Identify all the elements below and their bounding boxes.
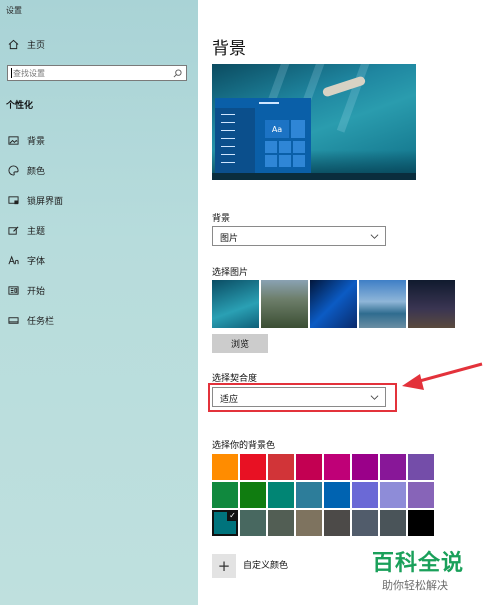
color-swatch[interactable] <box>352 510 378 536</box>
color-swatch[interactable] <box>380 510 406 536</box>
sidebar-item-label: 背景 <box>27 137 46 147</box>
search-placeholder: 查找设置 <box>13 69 45 78</box>
color-swatch[interactable] <box>212 454 238 480</box>
color-swatch[interactable] <box>268 482 294 508</box>
plus-icon: + <box>217 557 231 575</box>
light-ray <box>336 64 376 133</box>
background-color-label: 选择你的背景色 <box>212 441 276 451</box>
sidebar-item-home[interactable]: 主页 <box>8 38 45 51</box>
sidebar-item-fonts[interactable]: 字体 <box>8 254 45 267</box>
sidebar-item-label: 颜色 <box>27 167 46 177</box>
color-swatch[interactable] <box>408 482 434 508</box>
choose-picture-label: 选择图片 <box>212 268 249 278</box>
picture-thumbnails <box>212 280 455 328</box>
taskbar-icon <box>8 317 19 324</box>
color-swatch[interactable]: ✓ <box>212 510 238 536</box>
font-icon <box>8 255 19 265</box>
color-swatch[interactable] <box>240 510 266 536</box>
start-menu-preview: Aa <box>215 98 311 173</box>
chevron-down-icon <box>370 234 379 239</box>
color-swatch[interactable] <box>352 482 378 508</box>
color-swatch[interactable] <box>324 454 350 480</box>
checkmark-icon: ✓ <box>227 510 238 521</box>
color-swatch[interactable] <box>436 510 462 536</box>
image-icon <box>8 136 19 145</box>
picture-thumbnail[interactable] <box>359 280 406 328</box>
arrow-head <box>402 374 424 390</box>
sidebar-item-label: 字体 <box>27 257 46 267</box>
color-swatch[interactable] <box>240 454 266 480</box>
add-custom-color-button[interactable]: + <box>212 554 236 578</box>
window-title: 设置 <box>6 6 22 15</box>
background-label: 背景 <box>212 214 231 224</box>
color-swatch-grid: ✓ <box>212 454 462 536</box>
custom-color-label[interactable]: 自定义颜色 <box>243 558 288 571</box>
color-swatch[interactable] <box>436 454 462 480</box>
text-caret <box>11 68 12 78</box>
color-swatch[interactable] <box>436 482 462 508</box>
color-swatch[interactable] <box>324 482 350 508</box>
sidebar-item-colors[interactable]: 颜色 <box>8 164 45 177</box>
desktop-preview: Aa <box>212 64 416 180</box>
picture-thumbnail[interactable] <box>310 280 357 328</box>
color-swatch[interactable] <box>296 454 322 480</box>
page-title: 背景 <box>212 39 246 59</box>
section-heading: 个性化 <box>6 101 34 111</box>
highlight-box <box>208 383 397 412</box>
main-content: 背景 Aa 背景 图片 选择图片 浏览 选择契合度 适应 选择你的背景色 ✓ +… <box>198 0 500 605</box>
arrow-shaft <box>415 362 483 384</box>
picture-thumbnail[interactable] <box>212 280 259 328</box>
palette-icon <box>8 165 19 176</box>
sidebar-home-label: 主页 <box>27 41 46 51</box>
color-swatch[interactable] <box>380 454 406 480</box>
sidebar-item-background[interactable]: 背景 <box>8 134 45 147</box>
theme-brush-icon <box>8 226 19 235</box>
color-swatch[interactable] <box>296 482 322 508</box>
sidebar: 设置 主页 查找设置 个性化 背景 颜色 锁屏界面 主题 字体 开始 任务栏 <box>0 0 198 605</box>
start-menu-list <box>215 108 255 173</box>
sidebar-item-themes[interactable]: 主题 <box>8 224 45 237</box>
color-swatch[interactable] <box>268 510 294 536</box>
preview-tile: Aa <box>265 120 289 138</box>
search-icon[interactable] <box>173 69 182 78</box>
preview-taskbar <box>212 173 416 180</box>
watermark-text: 百科全说 <box>372 551 465 576</box>
sidebar-item-lock-screen[interactable]: 锁屏界面 <box>8 194 63 207</box>
watermark-subtext: 助你轻松解决 <box>382 579 448 592</box>
picture-thumbnail[interactable] <box>261 280 308 328</box>
sidebar-item-start[interactable]: 开始 <box>8 284 45 297</box>
sidebar-item-taskbar[interactable]: 任务栏 <box>8 314 54 327</box>
color-swatch[interactable] <box>352 454 378 480</box>
sidebar-item-label: 任务栏 <box>27 317 55 327</box>
lock-screen-icon <box>8 196 19 205</box>
sidebar-item-label: 锁屏界面 <box>27 197 64 207</box>
color-swatch[interactable] <box>296 510 322 536</box>
color-swatch[interactable] <box>324 510 350 536</box>
color-swatch[interactable] <box>212 482 238 508</box>
color-swatch[interactable] <box>268 454 294 480</box>
color-swatch[interactable] <box>408 510 434 536</box>
color-swatch[interactable] <box>408 454 434 480</box>
home-icon <box>8 39 19 50</box>
sidebar-item-label: 开始 <box>27 287 46 297</box>
start-menu-icon <box>8 286 19 295</box>
sidebar-item-label: 主题 <box>27 227 46 237</box>
search-input[interactable]: 查找设置 <box>7 65 187 81</box>
color-swatch[interactable] <box>380 482 406 508</box>
background-type-dropdown[interactable]: 图片 <box>212 226 386 246</box>
browse-button[interactable]: 浏览 <box>212 334 268 353</box>
color-swatch[interactable] <box>240 482 266 508</box>
dropdown-value: 图片 <box>220 234 239 244</box>
picture-thumbnail[interactable] <box>408 280 455 328</box>
